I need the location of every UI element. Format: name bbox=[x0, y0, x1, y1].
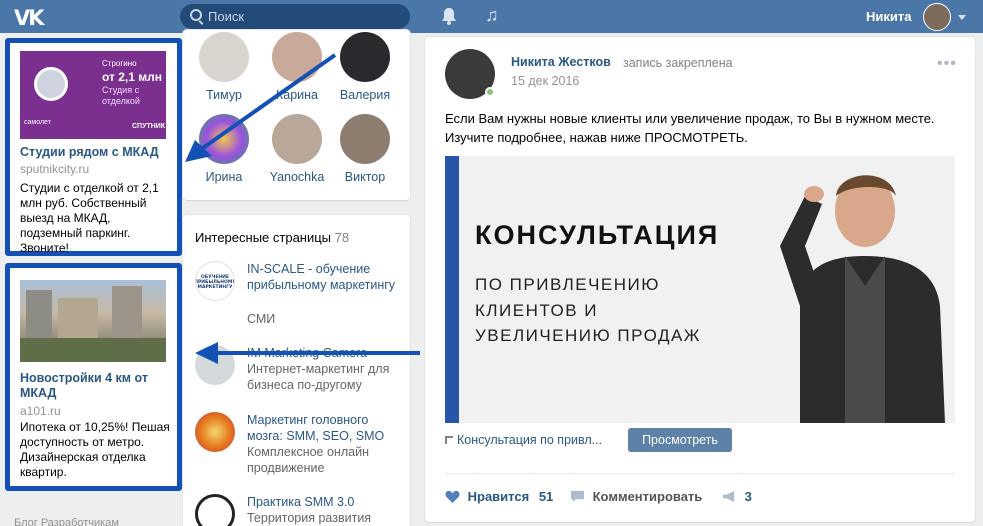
annotation-arrows bbox=[185, 53, 420, 364]
arrow-to-ad-1 bbox=[198, 53, 337, 152]
arrow-head-2 bbox=[195, 342, 218, 364]
